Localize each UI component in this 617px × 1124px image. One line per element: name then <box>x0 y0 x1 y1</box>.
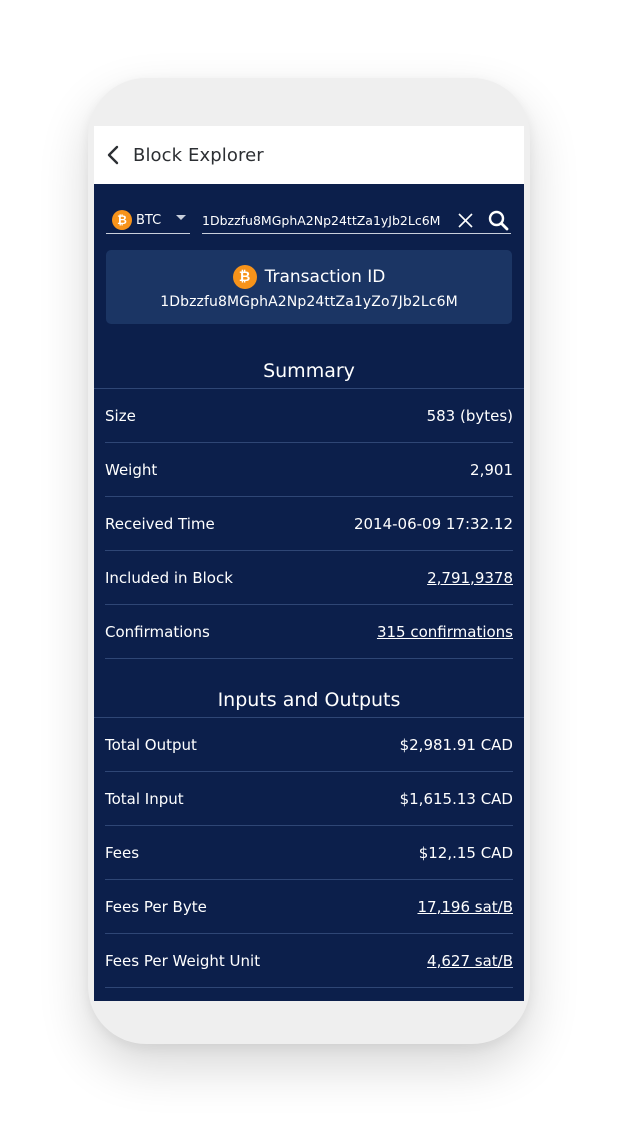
app-screen: Block Explorer ₿ BTC 1Dbzzfu8MGphA2Np24t… <box>94 126 524 1001</box>
page-title: Block Explorer <box>133 144 264 166</box>
row-value: $2,981.91 CAD <box>399 735 513 754</box>
row-label: Fees Per Weight Unit <box>105 951 261 970</box>
search-input[interactable]: 1Dbzzfu8MGphA2Np24ttZa1yJb2Lc6M <box>202 207 511 234</box>
search-bar: ₿ BTC 1Dbzzfu8MGphA2Np24ttZa1yJb2Lc6M <box>94 184 524 250</box>
search-icon <box>488 210 508 230</box>
row-label: Fees <box>105 843 140 862</box>
row-label: Size <box>105 406 136 425</box>
back-button[interactable] <box>102 144 124 166</box>
row-value: $12,.15 CAD <box>418 843 513 862</box>
summary-row-size: Size 583 (bytes) <box>105 389 513 443</box>
transaction-card: ₿ Transaction ID 1Dbzzfu8MGphA2Np24ttZa1… <box>106 250 512 324</box>
close-icon <box>457 212 473 228</box>
row-value: 2,901 <box>470 460 513 479</box>
summary-row-weight: Weight 2,901 <box>105 443 513 497</box>
row-label: Fees Per Byte <box>105 897 207 916</box>
row-value: 583 (bytes) <box>426 406 513 425</box>
io-row-total-output: Total Output $2,981.91 CAD <box>105 718 513 772</box>
row-label: Received Time <box>105 514 215 533</box>
io-row-fees: Fees $12,.15 CAD <box>105 826 513 880</box>
coin-ticker: BTC <box>136 212 162 228</box>
search-query: 1Dbzzfu8MGphA2Np24ttZa1yJb2Lc6M <box>202 212 441 228</box>
io-row-total-input: Total Input $1,615.13 CAD <box>105 772 513 826</box>
summary-heading: Summary <box>263 360 355 382</box>
row-value: $1,615.13 CAD <box>399 789 513 808</box>
transaction-id: 1Dbzzfu8MGphA2Np24ttZa1yZo7Jb2Lc6M <box>160 293 458 310</box>
row-label: Total Input <box>105 789 184 808</box>
io-row-fees-per-weight: Fees Per Weight Unit 4,627 sat/B <box>105 934 513 988</box>
summary-row-block: Included in Block 2,791,9378 <box>105 551 513 605</box>
coin-selector[interactable]: ₿ BTC <box>106 207 190 234</box>
row-label: Included in Block <box>105 568 233 587</box>
back-arrow-icon <box>107 145 119 165</box>
transaction-label: Transaction ID <box>264 266 386 287</box>
dropdown-caret-icon <box>176 215 186 220</box>
row-label: Weight <box>105 460 158 479</box>
search-button[interactable] <box>487 209 509 231</box>
summary-row-confirmations: Confirmations 315 confirmations <box>105 605 513 659</box>
summary-row-received-time: Received Time 2014-06-09 17:32.12 <box>105 497 513 551</box>
bitcoin-icon: ₿ <box>112 210 132 230</box>
io-row-fees-per-byte: Fees Per Byte 17,196 sat/B <box>105 880 513 934</box>
row-value: 2014-06-09 17:32.12 <box>353 514 513 533</box>
row-label: Total Output <box>105 735 197 754</box>
clear-button[interactable] <box>456 211 474 229</box>
app-bar: Block Explorer <box>94 126 524 184</box>
inputs-outputs-heading: Inputs and Outputs <box>217 689 401 711</box>
row-label: Confirmations <box>105 622 210 641</box>
block-link[interactable]: 2,791,9378 <box>427 569 513 587</box>
fees-per-byte-link[interactable]: 17,196 sat/B <box>418 898 514 916</box>
bitcoin-icon: ₿ <box>232 264 257 289</box>
confirmations-link[interactable]: 315 confirmations <box>377 623 513 641</box>
fees-per-weight-link[interactable]: 4,627 sat/B <box>427 952 513 970</box>
